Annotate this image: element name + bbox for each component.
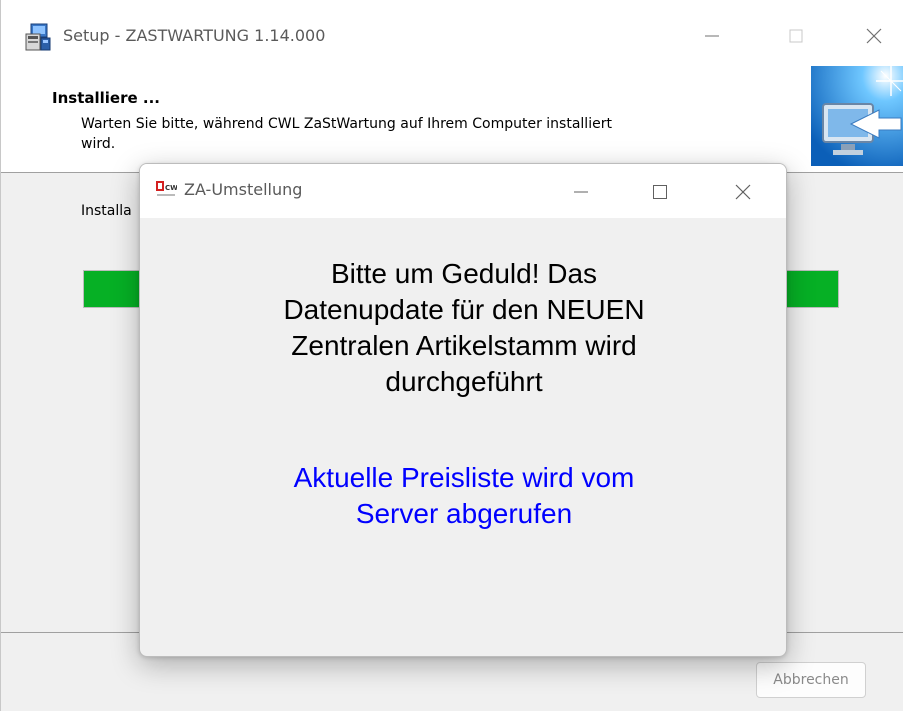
cwl-logo-icon: CWL xyxy=(155,179,183,201)
maximize-icon xyxy=(653,185,667,199)
page-description-line: Warten Sie bitte, während CWL ZaStWartun… xyxy=(81,116,612,132)
dialog-message-line: Bitte um Geduld! Das xyxy=(330,258,598,289)
minimize-icon xyxy=(574,191,588,193)
dialog-message: Bitte um Geduld! Das Datenupdate für den… xyxy=(140,256,786,400)
dialog-titlebar: CWL ZA-Umstellung xyxy=(140,164,786,218)
dialog-message-line: Datenupdate für den NEUEN xyxy=(283,294,645,325)
monitor-install-icon xyxy=(811,66,903,166)
maximize-icon xyxy=(789,29,803,43)
minimize-button[interactable] xyxy=(682,14,742,58)
cancel-button[interactable]: Abbrechen xyxy=(756,662,866,698)
page-description-line: wird. xyxy=(81,136,116,152)
page-description: Warten Sie bitte, während CWL ZaStWartun… xyxy=(81,114,781,154)
dialog-status-message: Aktuelle Preisliste wird vom Server abge… xyxy=(140,460,786,532)
setup-header-panel: Installiere ... Warten Sie bitte, währen… xyxy=(1,64,903,173)
dialog-maximize-button[interactable] xyxy=(636,172,684,212)
setup-window-title: Setup - ZASTWARTUNG 1.14.000 xyxy=(63,26,326,45)
page-title: Installiere ... xyxy=(52,89,160,107)
setup-titlebar: Setup - ZASTWARTUNG 1.14.000 xyxy=(1,0,903,64)
dialog-status-line: Aktuelle Preisliste wird vom xyxy=(293,462,635,493)
cwl-logo-text: CWL xyxy=(165,184,177,192)
dialog-minimize-button[interactable] xyxy=(557,172,605,212)
dialog-title: ZA-Umstellung xyxy=(184,180,303,199)
close-button[interactable] xyxy=(844,14,903,58)
minimize-icon xyxy=(705,35,719,37)
setup-installer-icon xyxy=(23,22,53,52)
za-umstellung-dialog: CWL ZA-Umstellung Bitte um Geduld! Das D… xyxy=(139,163,787,657)
close-icon xyxy=(735,184,751,200)
dialog-message-line: Zentralen Artikelstamm wird xyxy=(291,330,637,361)
close-icon xyxy=(866,28,882,44)
dialog-message-line: durchgeführt xyxy=(385,366,543,397)
dialog-status-line: Server abgerufen xyxy=(355,498,573,529)
status-label: Installa xyxy=(81,203,132,219)
dialog-close-button[interactable] xyxy=(719,172,767,212)
maximize-button[interactable] xyxy=(766,14,826,58)
